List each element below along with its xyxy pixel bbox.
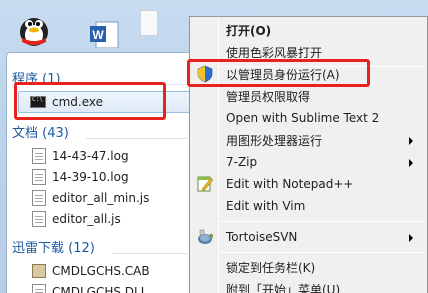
- result-file[interactable]: 14-39-10.log: [32, 167, 129, 187]
- highlight-box-cmd: [14, 82, 166, 120]
- desktop-file-icon[interactable]: [140, 10, 158, 36]
- context-menu: 打开(O) 使用色彩风暴打开 以管理员身份运行(A) 管理员权限取得 Open …: [189, 16, 428, 293]
- menu-item-edit-notepadpp[interactable]: Edit with Notepad++: [226, 174, 353, 194]
- file-icon: [32, 211, 46, 227]
- file-icon: [32, 169, 46, 185]
- menu-item-edit-vim[interactable]: Edit with Vim: [226, 196, 305, 216]
- category-divider: [86, 138, 188, 139]
- menu-item-take-ownership[interactable]: 管理员权限取得: [226, 86, 310, 106]
- word-document-icon[interactable]: W: [90, 20, 122, 48]
- result-file[interactable]: CMDLGCHS.CAB: [32, 261, 150, 281]
- submenu-arrow-icon: [409, 137, 413, 145]
- menu-item-run-gpu[interactable]: 用图形处理器运行: [226, 130, 322, 150]
- category-divider: [112, 253, 188, 254]
- menu-separator: [220, 252, 424, 253]
- menu-item-pin-start[interactable]: 附到「开始」菜单(U): [226, 279, 340, 293]
- result-file[interactable]: 14-43-47.log: [32, 146, 129, 166]
- submenu-arrow-icon: [409, 234, 413, 242]
- result-file[interactable]: CMDLGCHS.DLL: [32, 282, 147, 293]
- category-downloads[interactable]: 迅雷下载 (12): [12, 237, 95, 256]
- file-icon: [32, 284, 46, 293]
- highlight-box-run-as-admin: [187, 59, 370, 87]
- result-file[interactable]: editor_all.js: [32, 209, 121, 229]
- tortoisesvn-icon: [198, 229, 214, 244]
- menu-item-pin-taskbar[interactable]: 锁定到任务栏(K): [226, 257, 315, 277]
- menu-item-open[interactable]: 打开(O): [226, 20, 271, 40]
- category-documents[interactable]: 文档 (43): [12, 122, 69, 141]
- menu-item-7zip[interactable]: 7-Zip: [226, 152, 257, 172]
- submenu-arrow-icon: [409, 159, 413, 167]
- file-icon: [32, 148, 46, 164]
- menu-item-tortoisesvn[interactable]: TortoiseSVN: [226, 227, 297, 247]
- svg-text:W: W: [92, 28, 104, 42]
- menu-item-open-sublime[interactable]: Open with Sublime Text 2: [226, 108, 379, 128]
- menu-separator: [220, 221, 424, 222]
- qq-penguin-icon[interactable]: [14, 8, 54, 48]
- notepad-icon: [197, 176, 214, 192]
- result-file[interactable]: editor_all_min.js: [32, 188, 149, 208]
- desktop: W 程序 (1) cmd.exe 文档 (43) 14-43-47.log 14…: [0, 0, 428, 293]
- file-icon: [32, 190, 46, 206]
- cab-icon: [32, 264, 46, 278]
